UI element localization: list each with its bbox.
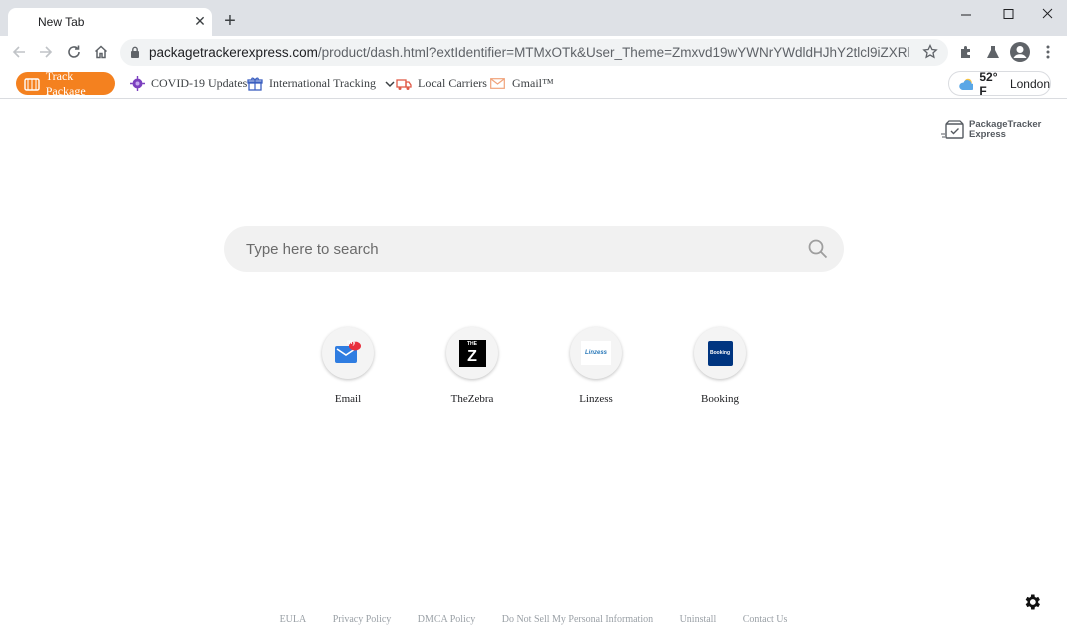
address-bar[interactable]: packagetrackerexpress.com/product/dash.h…	[120, 39, 948, 66]
track-package-button[interactable]: Track Package	[16, 69, 115, 98]
browser-toolbar: packagetrackerexpress.com/product/dash.h…	[0, 36, 1067, 68]
browser-tab[interactable]: New Tab ✕	[8, 8, 212, 36]
linzess-logo-text: Linzess	[584, 350, 607, 356]
brand-logo: PackageTracker Express	[941, 119, 1041, 141]
footer-links: EULA Privacy Policy DMCA Policy Do Not S…	[0, 609, 1067, 627]
email-icon-badge-text: my	[347, 340, 356, 346]
international-tracking-dropdown[interactable]: International Tracking	[247, 68, 395, 99]
reload-button[interactable]	[62, 40, 86, 64]
search-input[interactable]	[246, 226, 806, 272]
url-path: /product/dash.html?extIdentifier=MTMxOTk…	[317, 45, 909, 60]
extensions-button[interactable]	[954, 40, 978, 64]
booking-logo-text: Booking	[710, 350, 730, 356]
brand-name-line2: Express	[969, 129, 1006, 140]
reload-icon	[68, 45, 80, 58]
home-button[interactable]	[89, 40, 113, 64]
tab-close-icon[interactable]: ✕	[192, 13, 208, 29]
new-tab-button[interactable]: +	[219, 10, 241, 32]
kebab-menu-icon	[1046, 45, 1050, 59]
arrow-right-icon	[40, 46, 53, 58]
gift-icon	[247, 77, 263, 91]
url-host: packagetrackerexpress.com	[149, 45, 318, 60]
extension-bar: Track Package COVID-19 Updates Internati…	[0, 68, 1067, 99]
covid-updates-label: COVID-19 Updates	[151, 76, 248, 90]
weather-widget[interactable]: 52° F London	[948, 69, 1051, 98]
avatar-icon	[1010, 42, 1030, 62]
tile-thezebra-label: TheZebra	[450, 393, 494, 405]
thezebra-logo-icon: THE Z	[458, 339, 486, 367]
browser-menu-button[interactable]	[1036, 40, 1060, 64]
tile-booking-label: Booking	[701, 393, 739, 405]
weather-city: London	[1009, 76, 1050, 91]
international-tracking-label: International Tracking	[269, 76, 376, 90]
footer-link-dmca[interactable]: DMCA Policy	[418, 614, 476, 625]
lock-icon[interactable]	[130, 46, 140, 58]
arrow-left-icon	[12, 46, 25, 58]
tile-linzess[interactable]: Linzess Linzess	[546, 327, 646, 417]
footer-link-privacy[interactable]: Privacy Policy	[333, 614, 392, 625]
cloud-icon	[959, 78, 974, 90]
bookmark-star-icon[interactable]	[922, 44, 938, 60]
labs-button[interactable]	[981, 40, 1005, 64]
search-icon[interactable]	[808, 239, 828, 259]
tile-thezebra[interactable]: THE Z TheZebra	[422, 327, 522, 417]
chevron-down-icon	[385, 80, 395, 87]
email-tile-icon-container: my	[322, 327, 374, 379]
gmail-label: Gmail™	[512, 76, 554, 90]
forward-button[interactable]	[34, 40, 58, 64]
package-check-icon	[941, 120, 964, 139]
flask-icon	[987, 46, 999, 58]
local-carriers-link[interactable]: Local Carriers	[396, 68, 487, 99]
thezebra-logo-top: THE	[467, 340, 477, 347]
truck-icon	[396, 78, 412, 90]
linzess-tile-icon-container: Linzess	[570, 327, 622, 379]
close-icon	[1042, 8, 1053, 19]
browser-tab-strip: New Tab ✕ +	[0, 0, 1067, 36]
tile-email[interactable]: my Email	[298, 327, 398, 417]
back-button[interactable]	[7, 40, 31, 64]
url-text[interactable]: packagetrackerexpress.com/product/dash.h…	[149, 45, 909, 60]
footer-link-eula[interactable]: EULA	[280, 614, 307, 625]
tab-title: New Tab	[38, 15, 85, 29]
close-window-button[interactable]	[1023, 2, 1067, 26]
gmail-link[interactable]: Gmail™	[490, 68, 554, 99]
gear-icon[interactable]	[1022, 592, 1042, 612]
virus-icon	[130, 76, 145, 91]
profile-button[interactable]	[1008, 40, 1032, 64]
weather-temp: 52° F	[979, 69, 998, 98]
puzzle-icon	[961, 46, 970, 58]
covid-updates-link[interactable]: COVID-19 Updates	[130, 68, 247, 99]
search-box[interactable]	[224, 226, 844, 272]
tile-linzess-label: Linzess	[579, 393, 613, 405]
thezebra-tile-icon-container: THE Z	[446, 327, 498, 379]
footer-link-do-not-sell[interactable]: Do Not Sell My Personal Information	[502, 614, 653, 625]
tile-email-label: Email	[334, 393, 362, 405]
footer-link-uninstall[interactable]: Uninstall	[680, 614, 717, 625]
track-package-label: Track Package	[45, 68, 86, 98]
footer-link-contact[interactable]: Contact Us	[743, 614, 788, 625]
home-icon	[94, 45, 108, 59]
booking-logo-icon: Booking	[707, 340, 733, 366]
booking-tile-icon-container: Booking	[694, 327, 746, 379]
linzess-logo-icon: Linzess	[581, 341, 611, 365]
tile-booking[interactable]: Booking Booking	[670, 327, 770, 417]
mail-icon	[490, 78, 505, 89]
local-carriers-label: Local Carriers	[418, 76, 487, 90]
thezebra-logo-main: Z	[467, 347, 477, 365]
package-icon	[24, 77, 40, 91]
